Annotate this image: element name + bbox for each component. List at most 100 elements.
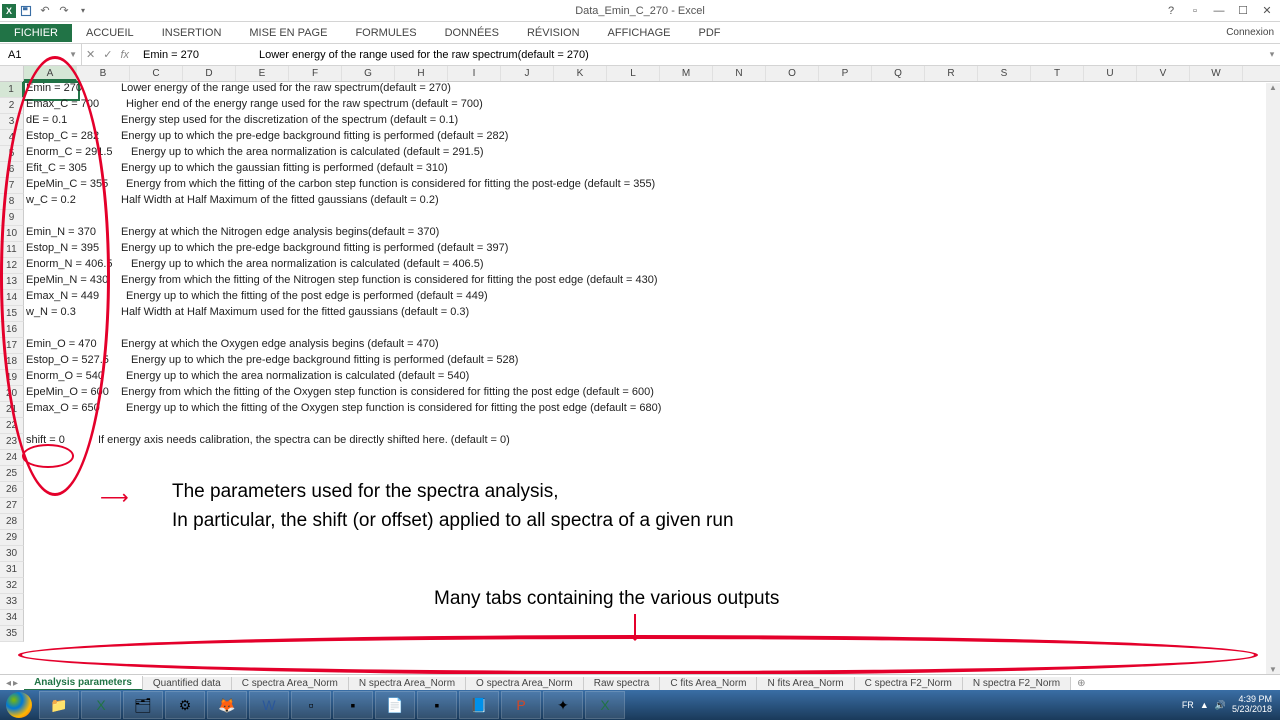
table-row[interactable] xyxy=(24,322,1280,338)
row-header[interactable]: 12 xyxy=(0,258,24,274)
row-header[interactable]: 26 xyxy=(0,482,24,498)
cell[interactable]: If energy axis needs calibration, the sp… xyxy=(96,434,510,446)
table-row[interactable]: Emin_O = 470Energy at which the Oxygen e… xyxy=(24,338,1280,354)
row-header[interactable]: 13 xyxy=(0,274,24,290)
row-header[interactable]: 2 xyxy=(0,98,24,114)
column-header[interactable]: J xyxy=(501,66,554,81)
cell[interactable]: Efit_C = 305 xyxy=(24,162,104,178)
cells-area[interactable]: Emin = 270Lower energy of the range used… xyxy=(24,82,1280,642)
cell[interactable]: Estop_N = 395 xyxy=(24,242,104,258)
column-header[interactable]: H xyxy=(395,66,448,81)
column-header[interactable]: U xyxy=(1084,66,1137,81)
cell[interactable]: Estop_O = 527.5 xyxy=(24,354,104,370)
table-row[interactable]: Enorm_C = 291.5Energy up to which the ar… xyxy=(24,146,1280,162)
start-button[interactable] xyxy=(0,690,38,720)
cell[interactable]: Energy up to which the gaussian fitting … xyxy=(119,162,448,174)
column-header[interactable]: R xyxy=(925,66,978,81)
ribbon-tab-données[interactable]: DONNÉES xyxy=(431,24,513,42)
column-header[interactable]: T xyxy=(1031,66,1084,81)
cell[interactable]: EpeMin_C = 355 xyxy=(24,178,104,194)
column-header[interactable]: D xyxy=(183,66,236,81)
cell[interactable]: dE = 0.1 xyxy=(24,114,104,130)
column-header[interactable]: G xyxy=(342,66,395,81)
sheet-tab[interactable]: C fits Area_Norm xyxy=(660,677,757,690)
spreadsheet-grid[interactable]: 1234567891011121314151617181920212223242… xyxy=(0,82,1280,642)
sheet-tab[interactable]: Raw spectra xyxy=(584,677,661,690)
cell[interactable] xyxy=(24,466,104,482)
cell[interactable]: Emin = 270 xyxy=(24,82,104,98)
row-header[interactable]: 27 xyxy=(0,498,24,514)
add-sheet-button[interactable]: ⊕ xyxy=(1071,678,1091,689)
cell[interactable]: Enorm_N = 406.5 xyxy=(24,258,104,274)
ribbon-tab-formules[interactable]: FORMULES xyxy=(341,24,430,42)
sheet-tab[interactable]: Quantified data xyxy=(143,677,232,690)
row-header[interactable]: 4 xyxy=(0,130,24,146)
table-row[interactable]: Efit_C = 305 Energy up to which the gauss… xyxy=(24,162,1280,178)
ribbon-tab-affichage[interactable]: AFFICHAGE xyxy=(594,24,685,42)
cell[interactable] xyxy=(24,498,104,514)
ribbon-tab-mise en page[interactable]: MISE EN PAGE xyxy=(235,24,341,42)
tray-network-icon[interactable]: 🔊 xyxy=(1215,700,1226,711)
row-header[interactable]: 6 xyxy=(0,162,24,178)
column-header[interactable]: N xyxy=(713,66,766,81)
table-row[interactable] xyxy=(24,610,1280,626)
row-header[interactable]: 17 xyxy=(0,338,24,354)
row-header[interactable]: 23 xyxy=(0,434,24,450)
ribbon-tab-pdf[interactable]: PDF xyxy=(685,24,735,42)
signin-link[interactable]: Connexion xyxy=(1226,27,1280,38)
qat-dropdown-icon[interactable]: ▾ xyxy=(74,2,92,20)
cell[interactable]: Energy up to which the pre-edge backgrou… xyxy=(119,242,508,254)
row-header[interactable]: 32 xyxy=(0,578,24,594)
sheet-tab[interactable]: C spectra Area_Norm xyxy=(232,677,349,690)
taskbar-explorer-icon[interactable]: 📁 xyxy=(39,691,79,719)
taskbar-app-icon[interactable]: 🗂 xyxy=(123,691,163,719)
column-header[interactable]: M xyxy=(660,66,713,81)
sheet-tab[interactable]: N spectra Area_Norm xyxy=(349,677,466,690)
cell[interactable] xyxy=(24,450,104,466)
cell[interactable]: Energy at which the Oxygen edge analysis… xyxy=(119,338,439,350)
cell[interactable]: Energy up to which the area normalizatio… xyxy=(129,258,484,270)
row-header[interactable]: 21 xyxy=(0,402,24,418)
taskbar-app-icon[interactable]: ▪ xyxy=(417,691,457,719)
column-header[interactable]: L xyxy=(607,66,660,81)
taskbar-excel-icon[interactable]: X xyxy=(585,691,625,719)
table-row[interactable]: Estop_C = 282Energy up to which the pre-… xyxy=(24,130,1280,146)
table-row[interactable] xyxy=(24,418,1280,434)
ribbon-tab-accueil[interactable]: ACCUEIL xyxy=(72,24,148,42)
taskbar-app-icon[interactable]: X xyxy=(81,691,121,719)
cell[interactable]: Energy up to which the fitting of the Ox… xyxy=(124,402,661,414)
sheet-tab[interactable]: O spectra Area_Norm xyxy=(466,677,584,690)
vertical-scrollbar[interactable] xyxy=(1266,83,1280,674)
cell[interactable] xyxy=(24,546,104,562)
table-row[interactable]: Emax_N = 449Energy up to which the fitti… xyxy=(24,290,1280,306)
cell[interactable]: w_C = 0.2 xyxy=(24,194,104,210)
save-icon[interactable] xyxy=(17,2,35,20)
row-header[interactable]: 18 xyxy=(0,354,24,370)
row-header[interactable]: 25 xyxy=(0,466,24,482)
column-header[interactable]: K xyxy=(554,66,607,81)
cell[interactable]: Emax_O = 650 xyxy=(24,402,104,418)
row-header[interactable]: 30 xyxy=(0,546,24,562)
row-header[interactable]: 10 xyxy=(0,226,24,242)
taskbar-terminal-icon[interactable]: ▪ xyxy=(333,691,373,719)
sheet-tab[interactable]: C spectra F2_Norm xyxy=(855,677,963,690)
cell[interactable]: Energy up to which the area normalizatio… xyxy=(124,370,469,382)
row-header[interactable]: 31 xyxy=(0,562,24,578)
table-row[interactable] xyxy=(24,546,1280,562)
table-row[interactable]: w_C = 0.2Half Width at Half Maximum of t… xyxy=(24,194,1280,210)
sheet-nav-next-icon[interactable]: ▸ xyxy=(13,678,18,689)
expand-formula-icon[interactable]: ▾ xyxy=(1264,49,1280,60)
column-header[interactable]: Q xyxy=(872,66,925,81)
cell[interactable]: Higher end of the energy range used for … xyxy=(124,98,483,110)
cell[interactable] xyxy=(24,594,104,610)
row-header[interactable]: 28 xyxy=(0,514,24,530)
column-header[interactable]: F xyxy=(289,66,342,81)
taskbar-word-icon[interactable]: W xyxy=(249,691,289,719)
cell[interactable]: Energy from which the fitting of the car… xyxy=(124,178,655,190)
table-row[interactable] xyxy=(24,562,1280,578)
cell[interactable]: Emax_C = 700 xyxy=(24,98,104,114)
row-header[interactable]: 34 xyxy=(0,610,24,626)
cell[interactable] xyxy=(24,322,104,338)
tray-flag-icon[interactable]: ▲ xyxy=(1200,700,1209,710)
cell[interactable]: shift = 0 xyxy=(24,434,104,450)
